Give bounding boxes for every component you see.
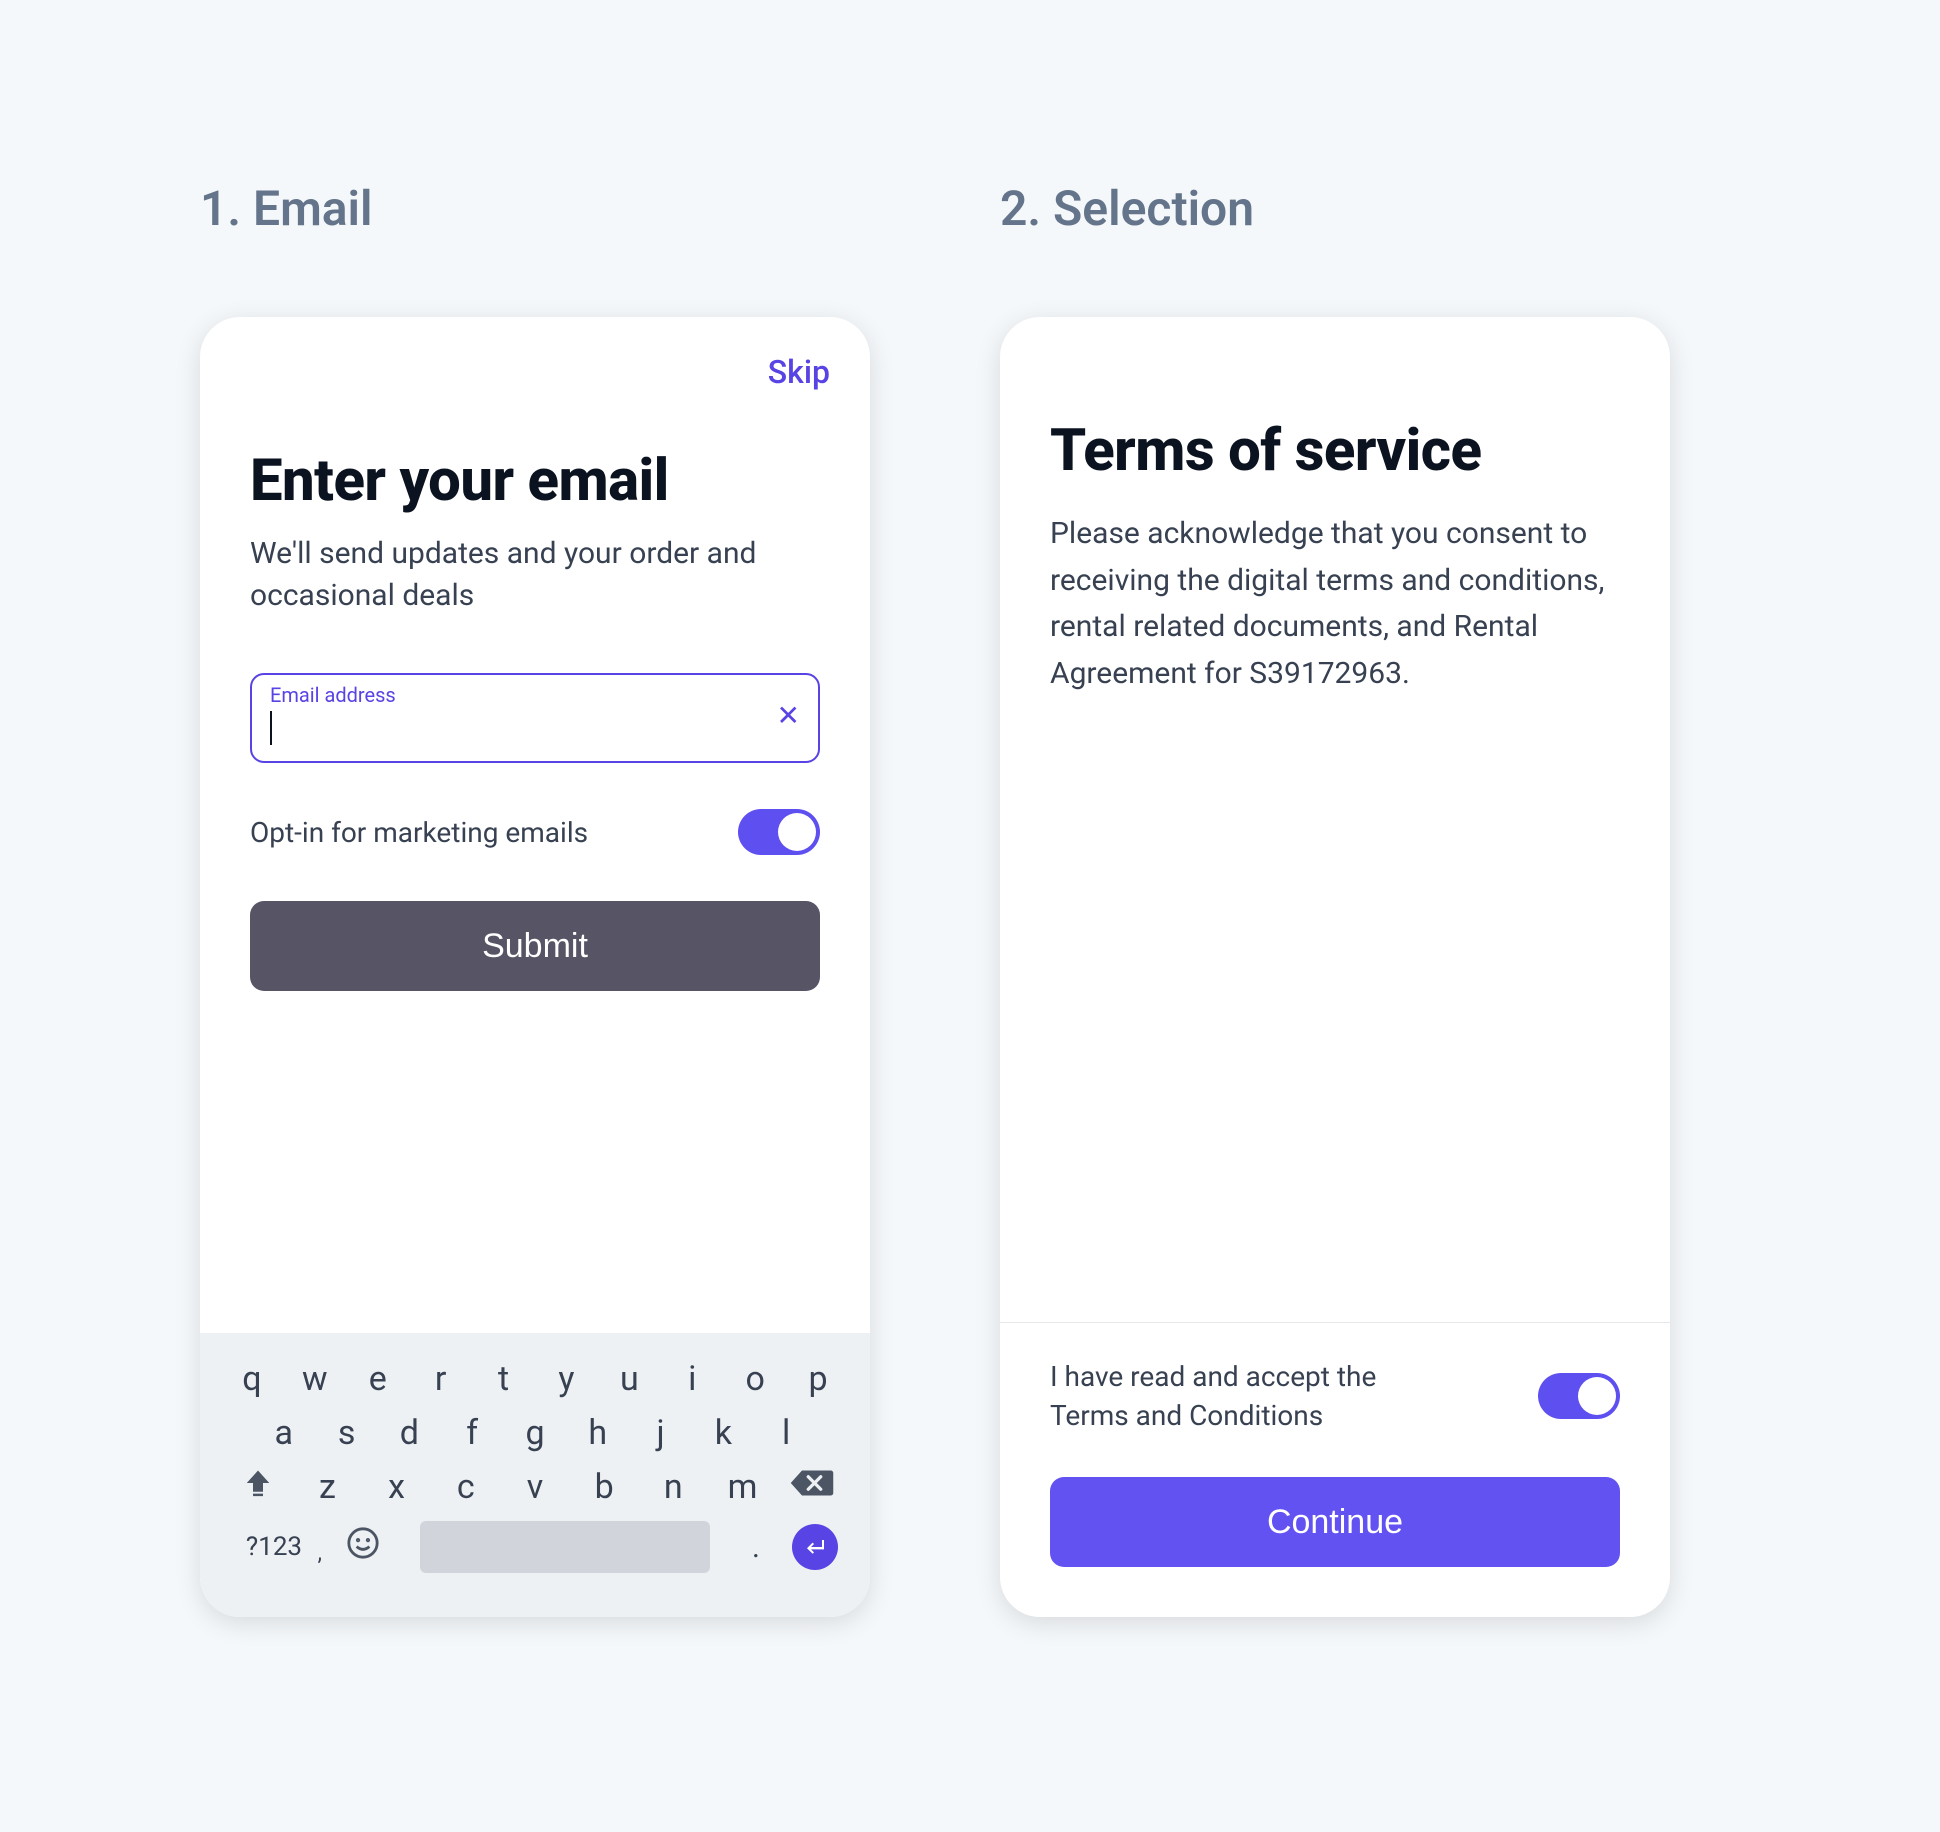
key-r[interactable]: r [412,1359,470,1399]
key-j[interactable]: j [632,1413,690,1453]
email-field-label: Email address [270,683,396,707]
email-input[interactable] [270,709,777,743]
key-y[interactable]: y [537,1359,595,1399]
step-label-1: 1. Email [200,180,870,237]
optin-toggle[interactable] [738,809,820,855]
key-a[interactable]: a [255,1413,313,1453]
text-cursor [270,711,272,745]
page-title: Enter your email [250,447,820,515]
key-z[interactable]: z [298,1467,356,1507]
space-key[interactable] [420,1521,710,1573]
accept-label: I have read and accept the Terms and Con… [1050,1357,1410,1435]
backspace-key-icon[interactable] [783,1467,841,1507]
submit-button[interactable]: Submit [250,901,820,991]
key-b[interactable]: b [575,1467,633,1507]
keyboard-row-1: qwertyuiop [218,1359,852,1399]
step-label-2: 2. Selection [1000,180,1670,237]
key-i[interactable]: i [663,1359,721,1399]
numeric-key[interactable]: ?123, [232,1532,316,1562]
email-field[interactable]: Email address ✕ [250,673,820,763]
key-q[interactable]: q [223,1359,281,1399]
key-t[interactable]: t [475,1359,533,1399]
keyboard-row-3: zxcvbnm [218,1467,852,1507]
keyboard-row-4: ?123, . [218,1521,852,1573]
skip-link[interactable]: Skip [768,353,830,391]
shift-key-icon[interactable] [229,1467,287,1507]
key-s[interactable]: s [318,1413,376,1453]
terms-body: Please acknowledge that you consent to r… [1050,511,1620,697]
key-d[interactable]: d [380,1413,438,1453]
key-x[interactable]: x [368,1467,426,1507]
phone-email: Skip Enter your email We'll send updates… [200,317,870,1617]
key-o[interactable]: o [726,1359,784,1399]
soft-keyboard: qwertyuiop asdfghjkl zxcvbnm ?123, [200,1333,870,1617]
continue-button[interactable]: Continue [1050,1477,1620,1567]
key-f[interactable]: f [443,1413,501,1453]
key-e[interactable]: e [349,1359,407,1399]
key-h[interactable]: h [569,1413,627,1453]
enter-key-icon[interactable] [792,1524,838,1570]
accept-toggle[interactable] [1538,1373,1620,1419]
key-c[interactable]: c [437,1467,495,1507]
period-key[interactable]: . [738,1530,774,1565]
optin-label: Opt-in for marketing emails [250,816,588,849]
emoji-key-icon[interactable] [334,1526,392,1569]
key-u[interactable]: u [600,1359,658,1399]
key-n[interactable]: n [644,1467,702,1507]
key-g[interactable]: g [506,1413,564,1453]
key-v[interactable]: v [506,1467,564,1507]
key-k[interactable]: k [694,1413,752,1453]
page-subtitle: We'll send updates and your order and oc… [250,533,820,617]
key-l[interactable]: l [757,1413,815,1453]
key-p[interactable]: p [789,1359,847,1399]
keyboard-row-2: asdfghjkl [218,1413,852,1453]
phone-terms: Terms of service Please acknowledge that… [1000,317,1670,1617]
key-m[interactable]: m [714,1467,772,1507]
clear-input-icon[interactable]: ✕ [777,699,800,732]
terms-title: Terms of service [1050,417,1620,485]
key-w[interactable]: w [286,1359,344,1399]
